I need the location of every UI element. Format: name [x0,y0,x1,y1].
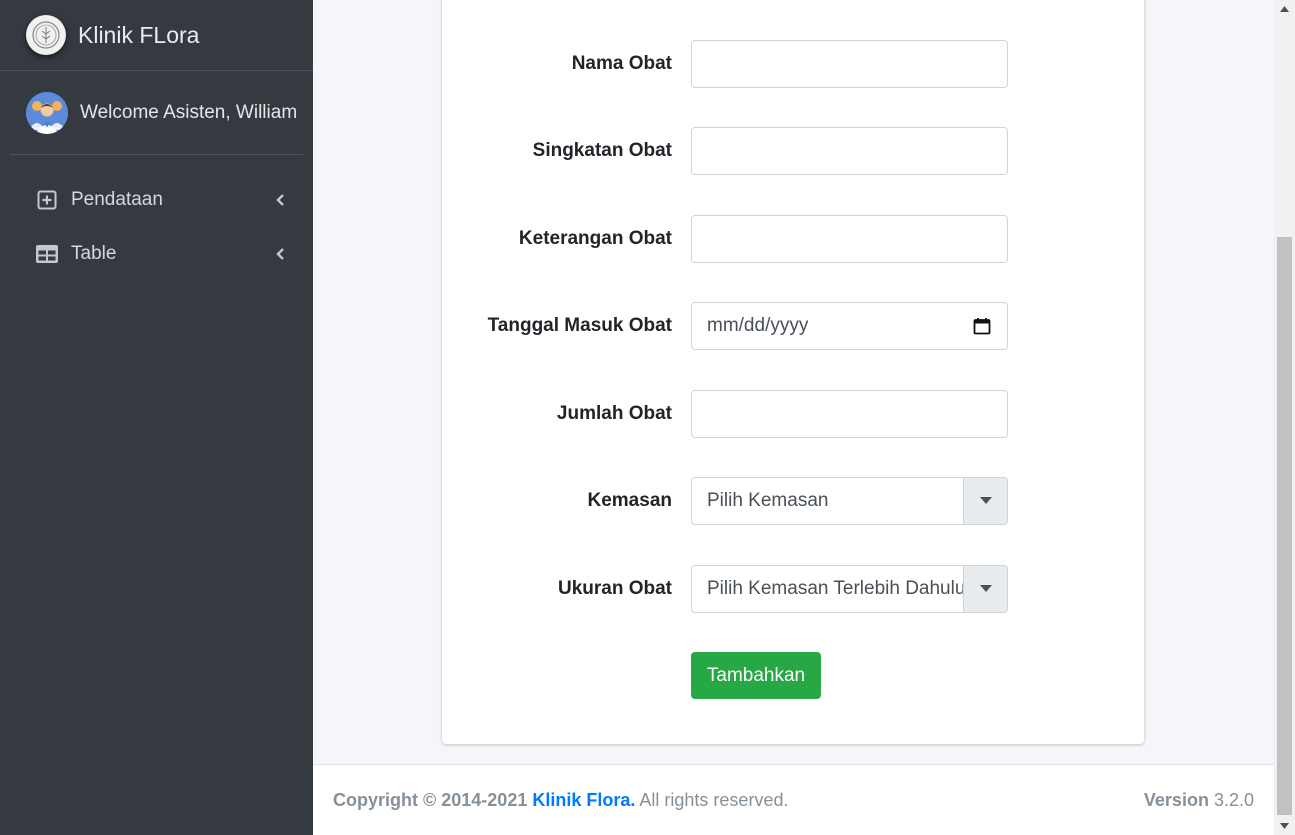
nama-obat-label: Nama Obat [571,53,672,74]
form-card: Nama Obat Singkatan Obat Keterangan Obat… [442,0,1144,744]
tambahkan-button[interactable]: Tambahkan [691,652,821,699]
version-info: Version 3.2.0 [1144,790,1254,811]
keterangan-obat-input[interactable] [691,215,1008,263]
form-row-singkatan-obat: Singkatan Obat [442,127,1144,175]
chevron-left-icon [273,247,287,261]
jumlah-obat-input[interactable] [691,390,1008,438]
scroll-down-arrow-icon[interactable] [1274,817,1295,835]
sidebar-nav: Pendataan Table [0,173,313,281]
caret-down-icon[interactable] [963,566,1007,612]
nama-obat-input[interactable] [691,40,1008,88]
singkatan-obat-label: Singkatan Obat [532,140,672,161]
copyright-prefix: Copyright © 2014-2021 [333,789,528,810]
sidebar-item-table[interactable]: Table [0,227,313,281]
form-row-nama-obat: Nama Obat [442,40,1144,88]
table-icon [36,243,58,265]
user-welcome-text: Welcome Asisten, William [80,101,298,123]
user-avatar [26,91,68,134]
kemasan-selected-text: Pilih Kemasan [707,490,829,511]
kemasan-select[interactable]: Pilih Kemasan [691,477,1008,525]
footer: Copyright © 2014-2021 Klinik Flora. All … [313,764,1274,835]
form-row-kemasan: Kemasan Pilih Kemasan [442,477,1144,525]
singkatan-obat-input[interactable] [691,127,1008,175]
form-row-ukuran-obat: Ukuran Obat Pilih Kemasan Terlebih Dahul… [442,565,1144,613]
form-row-keterangan-obat: Keterangan Obat [442,215,1144,263]
scrollbar-thumb[interactable] [1277,237,1292,815]
form-row-jumlah-obat: Jumlah Obat [442,390,1144,438]
caret-down-icon[interactable] [963,478,1007,524]
sidebar-item-label: Table [71,243,117,264]
kemasan-label: Kemasan [587,490,673,511]
calendar-icon[interactable] [972,316,992,336]
jumlah-obat-label: Jumlah Obat [556,403,672,424]
ukuran-obat-label: Ukuran Obat [557,578,672,599]
chevron-left-icon [273,193,287,207]
brand-text: Klinik FLora [78,21,200,48]
vertical-scrollbar[interactable] [1274,0,1295,835]
ukuran-obat-select[interactable]: Pilih Kemasan Terlebih Dahulu [691,565,1008,613]
tanggal-masuk-date-input[interactable]: mm/dd/yyyy [691,302,1008,350]
form-row-tanggal-masuk: Tanggal Masuk Obat mm/dd/yyyy [442,302,1144,350]
footer-brand-link[interactable]: Klinik Flora. [532,790,635,810]
sidebar-item-pendataan[interactable]: Pendataan [0,173,313,227]
copyright: Copyright © 2014-2021 Klinik Flora. All … [333,790,788,811]
user-panel[interactable]: Welcome Asisten, William [10,71,303,155]
tanggal-masuk-label: Tanggal Masuk Obat [487,315,672,336]
date-placeholder: mm/dd/yyyy [707,315,809,336]
sidebar-item-label: Pendataan [71,189,163,210]
keterangan-obat-label: Keterangan Obat [518,228,672,249]
scroll-up-arrow-icon[interactable] [1274,0,1295,18]
brand-link[interactable]: Klinik FLora [0,0,313,71]
rights-text: All rights reserved. [639,789,789,810]
ukuran-obat-selected-text: Pilih Kemasan Terlebih Dahulu [707,578,963,599]
plus-square-icon [36,189,58,211]
sidebar: Klinik FLora Welcome Asisten, William Pe… [0,0,313,835]
version-number: 3.2.0 [1213,789,1254,810]
version-label: Version [1143,789,1209,810]
brand-logo-icon [26,15,66,55]
